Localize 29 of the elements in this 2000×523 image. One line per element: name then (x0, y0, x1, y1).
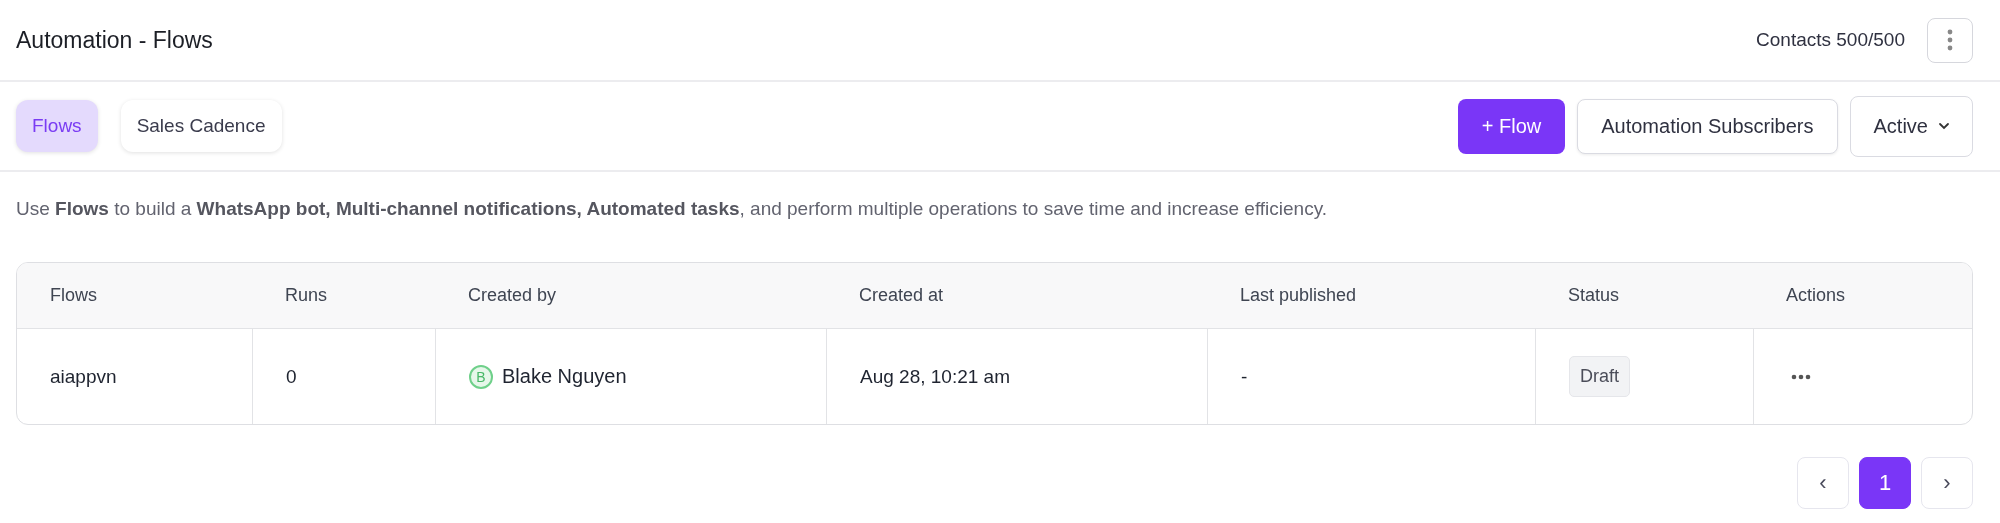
more-button[interactable] (1927, 17, 1973, 63)
subscribers-button[interactable]: Automation Subscribers (1577, 98, 1838, 154)
tab[interactable]: Flows (16, 100, 98, 152)
column-header: Created by (467, 285, 558, 306)
table-cell: - (1241, 365, 1248, 388)
column-header: Flows (49, 285, 98, 306)
page-button[interactable]: 1 (1859, 457, 1911, 509)
column-header: Runs (284, 285, 329, 306)
user-avatar: B (469, 364, 493, 389)
description-text: Use Flows to build a WhatsApp bot, Multi-channel notifications, Automated tasks, and perform multiple operations to save time and increase efficiency. (15, 197, 1329, 221)
chevron-down-icon (1938, 122, 1950, 130)
status-filter-dropdown[interactable]: Active (1849, 95, 1973, 157)
more-icon (1791, 373, 1811, 380)
table-cell: 0 (286, 365, 297, 388)
page-title: Automation - Flows (16, 26, 213, 54)
flow-name-link[interactable]: aiappvn (50, 365, 117, 388)
status-badge: Draft (1569, 356, 1630, 397)
more-icon (1947, 29, 1953, 51)
creator-name: Blake Nguyen (502, 365, 627, 388)
column-header: Last published (1239, 285, 1358, 306)
tab[interactable]: Sales Cadence (120, 100, 282, 152)
new-flow-button[interactable]: + Flow (1457, 98, 1566, 154)
column-header: Actions (1785, 285, 1847, 306)
next-page-button[interactable]: › (1921, 457, 1973, 509)
table-cell: Aug 28, 10:21 am (860, 365, 1010, 388)
previous-page-button[interactable]: ‹ (1797, 457, 1849, 509)
column-header: Created at (858, 285, 945, 306)
column-header: Status (1567, 285, 1621, 306)
contacts-count: Contacts 500/500 (1756, 29, 1905, 51)
